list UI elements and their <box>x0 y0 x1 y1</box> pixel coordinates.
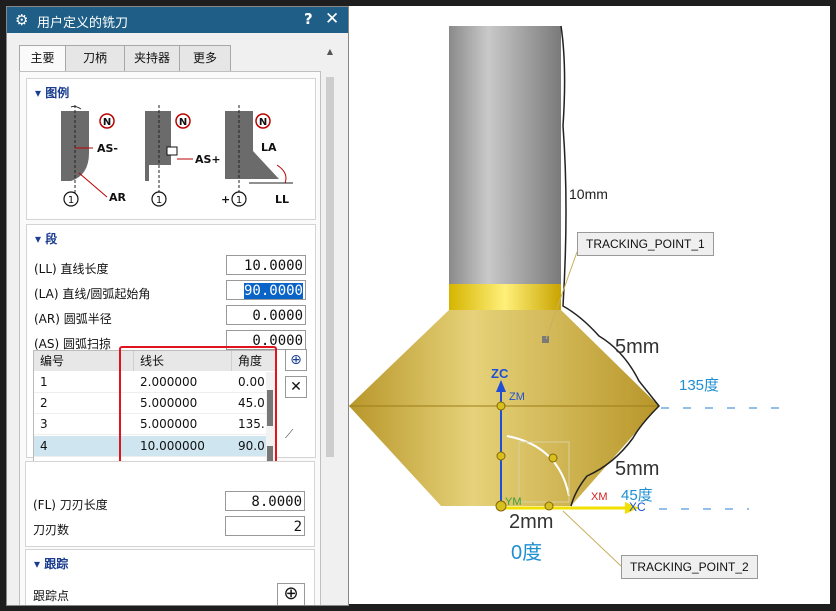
segment-header[interactable]: ▾ 段 <box>35 230 57 247</box>
dim-2mm[interactable]: 2mm <box>509 511 553 534</box>
legend-section: ▾ 图例 N AS- 1 AR N AS+ 1 N LA LL + 1 <box>26 78 316 220</box>
delete-segment-button[interactable]: ✕ <box>285 376 307 398</box>
tracking-point-2-label[interactable]: TRACKING_POINT_2 <box>621 555 758 579</box>
flute-length-label: (FL) 刀刃长度 <box>33 498 108 512</box>
la-input-value: 90.0000 <box>243 283 303 299</box>
tracking-point-label: 跟踪点 <box>33 589 70 603</box>
tracking-point-1-label[interactable]: TRACKING_POINT_1 <box>577 232 714 256</box>
legend-title: 图例 <box>45 86 70 100</box>
legend-diagram: N AS- 1 AR N AS+ 1 N LA LL + 1 <box>61 105 293 207</box>
tab-main[interactable]: 主要 <box>19 45 66 73</box>
tracking-point-button[interactable]: ⊕ <box>277 583 305 605</box>
ll-label: (LL) 直线长度 <box>34 262 109 276</box>
legend-n-2: N <box>179 117 187 128</box>
scroll-up-icon[interactable]: ▲ <box>325 47 335 56</box>
xm-label: XM <box>591 491 608 503</box>
zm-label: ZM <box>509 391 525 403</box>
edit-segment-icon[interactable]: ⟋ <box>285 427 293 442</box>
legend-la: LA <box>261 141 277 154</box>
legend-ar: AR <box>109 191 127 204</box>
zc-label: ZC <box>491 366 509 381</box>
tab-holder-shank[interactable]: 刀柄 <box>65 45 125 72</box>
xc-label: XC <box>629 500 646 514</box>
segment-title: 段 <box>45 232 58 246</box>
tool-preview <box>349 25 789 567</box>
add-segment-button[interactable]: ⊕ <box>285 349 307 371</box>
ym-label: YM <box>505 496 522 508</box>
flute-length-input[interactable]: 8.0000 <box>225 491 305 511</box>
tool-shank <box>449 26 561 284</box>
legend-as-minus: AS- <box>97 142 118 155</box>
legend-n-3: N <box>259 117 267 128</box>
tracking-title: 跟踪 <box>44 557 69 571</box>
legend-one-1: 1 <box>68 195 74 206</box>
ll-input[interactable]: 10.0000 <box>226 255 306 275</box>
tool-band <box>449 284 561 310</box>
dim-10mm[interactable]: 10mm <box>569 186 608 202</box>
dialog-title: 用户定义的铣刀 <box>37 16 129 31</box>
dim-5mm-bottom[interactable]: 5mm <box>615 458 659 481</box>
dialog-vscroll-thumb[interactable] <box>326 77 334 457</box>
dialog-titlebar: ⚙ 用户定义的铣刀 ? ✕ <box>7 7 348 33</box>
legend-header[interactable]: ▾ 图例 <box>35 84 69 101</box>
close-button[interactable]: ✕ <box>325 9 339 29</box>
ar-label: (AR) 圆弧半径 <box>34 312 112 326</box>
tab-more[interactable]: 更多 <box>179 45 231 72</box>
tool-dialog: ⚙ 用户定义的铣刀 ? ✕ 主要 刀柄 夹持器 更多 ▾ 图例 N AS- 1 <box>6 6 349 606</box>
tracking-header[interactable]: ▾ 跟踪 <box>34 555 68 572</box>
highlight-box <box>119 346 277 468</box>
la-input[interactable]: 90.0000 <box>226 280 306 300</box>
legend-n-1: N <box>103 117 111 128</box>
tracking-point-1-marker[interactable] <box>542 336 549 343</box>
legend-one-3: 1 <box>236 195 242 206</box>
legend-plus: + <box>221 193 230 206</box>
dim-0-deg[interactable]: 0度 <box>511 536 542 565</box>
gear-icon: ⚙ <box>15 11 29 29</box>
help-button[interactable]: ? <box>304 10 313 28</box>
legend-ll: LL <box>275 193 289 206</box>
flute-count-label: 刀刃数 <box>33 523 70 537</box>
graphics-viewport[interactable]: 10mm 5mm 135度 5mm 45度 2mm 0度 ZC ZM XM XC… <box>349 6 830 604</box>
dim-135-deg[interactable]: 135度 <box>679 374 719 395</box>
legend-as-plus: AS+ <box>195 153 221 166</box>
dim-5mm-top[interactable]: 5mm <box>615 336 659 359</box>
dialog-vscroll[interactable]: ▲ <box>325 47 335 605</box>
ar-input[interactable]: 0.0000 <box>226 305 306 325</box>
tab-holder[interactable]: 夹持器 <box>124 45 180 72</box>
legend-one-2: 1 <box>156 195 162 206</box>
la-label: (LA) 直线/圆弧起始角 <box>34 287 151 301</box>
flute-count-input[interactable]: 2 <box>225 516 305 536</box>
